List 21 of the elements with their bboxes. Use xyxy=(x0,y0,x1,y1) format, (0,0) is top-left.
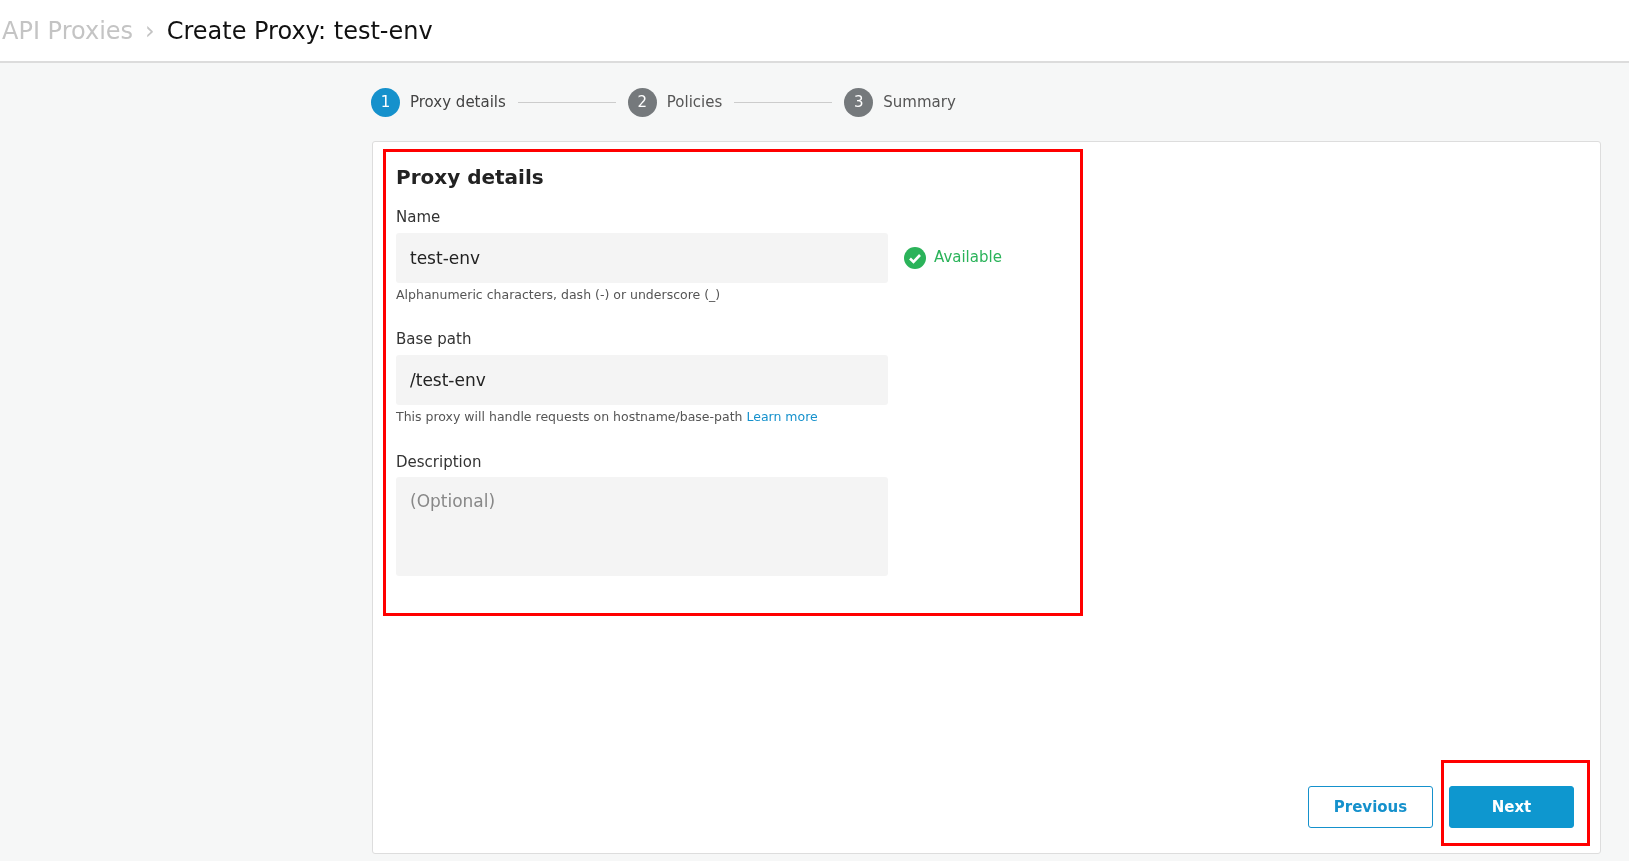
breadcrumb-separator: › xyxy=(145,15,155,47)
name-input-field[interactable]: test-env xyxy=(396,232,888,283)
field-hint: This proxy will handle requests on hostname/base-path Learn more xyxy=(396,407,819,426)
step-tab[interactable]: 1 Proxy details xyxy=(371,87,506,117)
field-hint: Alphanumeric characters, dash (-) or underscore (_) xyxy=(396,285,722,304)
step-number: 3 xyxy=(844,87,874,117)
availability-status: Available xyxy=(934,247,1002,269)
section-heading: Proxy details xyxy=(396,164,545,191)
step-number: 2 xyxy=(627,87,657,117)
check-circle-icon xyxy=(904,246,926,269)
field-label: Name xyxy=(396,207,442,228)
step-tab[interactable]: 2 Policies xyxy=(627,87,723,117)
step-tab[interactable]: 3 Summary xyxy=(844,87,956,117)
description-input-field[interactable]: (Optional) xyxy=(396,477,888,576)
learn-more-link[interactable]: Learn more xyxy=(746,408,818,424)
field-label: Description xyxy=(396,451,483,473)
base-path-input-field[interactable]: /test-env xyxy=(396,354,888,405)
page-title: Create Proxy: test-env xyxy=(166,15,433,47)
field-label: Base path xyxy=(396,329,473,351)
step-number: 1 xyxy=(371,87,400,117)
previous-button[interactable]: Previous xyxy=(1308,786,1433,828)
